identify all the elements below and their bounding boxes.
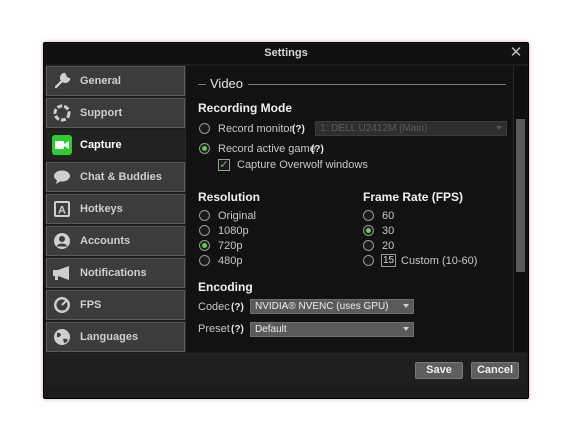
resolution-1080p-label: 1080p <box>218 225 249 237</box>
record-active-game-help[interactable]: (?) <box>311 144 324 155</box>
preset-label: Preset <box>198 323 230 335</box>
sidebar-item-fps[interactable]: FPS <box>46 290 185 320</box>
chat-bubble-icon <box>52 167 72 187</box>
sidebar-item-label: Languages <box>80 331 139 343</box>
cancel-button[interactable]: Cancel <box>471 362 519 379</box>
capture-settings-panel: Video Recording Mode Record monitor (?) … <box>185 66 528 352</box>
preset-help[interactable]: (?) <box>231 324 244 335</box>
chevron-down-icon <box>403 327 409 331</box>
speedometer-icon <box>52 295 72 315</box>
monitor-select-value: 1: DELL U2412M (Main) <box>320 123 428 134</box>
content-scrollbar[interactable] <box>513 66 526 352</box>
fps-30-radio[interactable] <box>363 225 374 236</box>
codec-select-value: NVIDIA® NVENC (uses GPU) <box>255 301 389 312</box>
record-active-game-radio[interactable] <box>199 143 210 154</box>
sidebar-item-general[interactable]: General <box>46 66 185 96</box>
sidebar-item-hotkeys[interactable]: A Hotkeys <box>46 194 185 224</box>
sidebar-item-label: Capture <box>80 139 122 151</box>
record-monitor-radio[interactable] <box>199 123 210 134</box>
capture-overwolf-checkbox[interactable]: ✓ <box>218 159 230 171</box>
codec-label: Codec <box>198 301 230 313</box>
section-divider <box>198 84 206 85</box>
record-active-game-label: Record active game <box>218 143 316 155</box>
frame-rate-heading: Frame Rate (FPS) <box>363 190 464 204</box>
sidebar-item-label: Hotkeys <box>80 203 123 215</box>
resolution-720p-label: 720p <box>218 240 243 252</box>
sidebar-item-label: General <box>80 75 121 87</box>
fps-custom-label: Custom (10-60) <box>401 255 478 267</box>
sidebar-item-accounts[interactable]: Accounts <box>46 226 185 256</box>
globe-icon <box>52 327 72 347</box>
codec-help[interactable]: (?) <box>231 302 244 313</box>
save-button[interactable]: Save <box>415 362 463 379</box>
camera-icon <box>52 135 72 155</box>
sidebar-item-capture[interactable]: Capture <box>46 130 185 160</box>
fps-60-label: 60 <box>382 210 395 222</box>
megaphone-icon <box>52 263 72 283</box>
sidebar-item-label: Support <box>80 107 123 119</box>
fps-custom-input[interactable]: 15 <box>381 254 396 267</box>
user-icon <box>52 231 72 251</box>
record-monitor-label: Record monitor <box>218 123 294 135</box>
close-icon[interactable]: ✕ <box>509 43 523 63</box>
scrollbar-thumb[interactable] <box>516 119 525 272</box>
sidebar-item-label: Notifications <box>80 267 147 279</box>
resolution-480p-label: 480p <box>218 255 243 267</box>
capture-overwolf-label: Capture Overwolf windows <box>237 159 368 171</box>
sidebar-item-languages[interactable]: Languages <box>46 322 185 352</box>
svg-text:A: A <box>58 205 66 217</box>
chevron-down-icon <box>403 304 409 308</box>
sidebar-item-chat-buddies[interactable]: Chat & Buddies <box>46 162 185 192</box>
monitor-select: 1: DELL U2412M (Main) <box>315 121 507 136</box>
record-monitor-help[interactable]: (?) <box>292 124 305 135</box>
lifebuoy-icon <box>52 103 72 123</box>
fps-30-label: 30 <box>382 225 395 237</box>
recording-mode-heading: Recording Mode <box>198 101 293 115</box>
resolution-original-radio[interactable] <box>199 210 210 221</box>
fps-60-radio[interactable] <box>363 210 374 221</box>
resolution-480p-radio[interactable] <box>199 255 210 266</box>
codec-select[interactable]: NVIDIA® NVENC (uses GPU) <box>250 299 414 314</box>
sidebar-item-label: Accounts <box>80 235 131 247</box>
wrench-icon <box>52 71 72 91</box>
section-divider <box>248 84 506 85</box>
resolution-original-label: Original <box>218 210 256 222</box>
fps-20-radio[interactable] <box>363 240 374 251</box>
sidebar-item-label: FPS <box>80 299 102 311</box>
resolution-720p-radio[interactable] <box>199 240 210 251</box>
sidebar-item-support[interactable]: Support <box>46 98 185 128</box>
encoding-heading: Encoding <box>198 280 253 294</box>
fps-custom-radio[interactable] <box>363 255 374 266</box>
dialog-footer: Save Cancel <box>46 354 526 386</box>
window-title: Settings <box>264 47 308 59</box>
preset-select[interactable]: Default <box>250 322 414 337</box>
settings-window: Settings ✕ General Support Capture Chat … <box>43 42 529 399</box>
settings-sidebar: General Support Capture Chat & Buddies A… <box>46 66 185 354</box>
keyboard-key-icon: A <box>52 199 72 219</box>
sidebar-item-notifications[interactable]: Notifications <box>46 258 185 288</box>
sidebar-item-label: Chat & Buddies <box>80 171 162 183</box>
title-bar: Settings ✕ <box>44 43 528 64</box>
resolution-1080p-radio[interactable] <box>199 225 210 236</box>
resolution-heading: Resolution <box>198 190 260 204</box>
section-title: Video <box>210 76 244 91</box>
chevron-down-icon <box>496 126 502 130</box>
fps-20-label: 20 <box>382 240 395 252</box>
preset-select-value: Default <box>255 324 287 335</box>
